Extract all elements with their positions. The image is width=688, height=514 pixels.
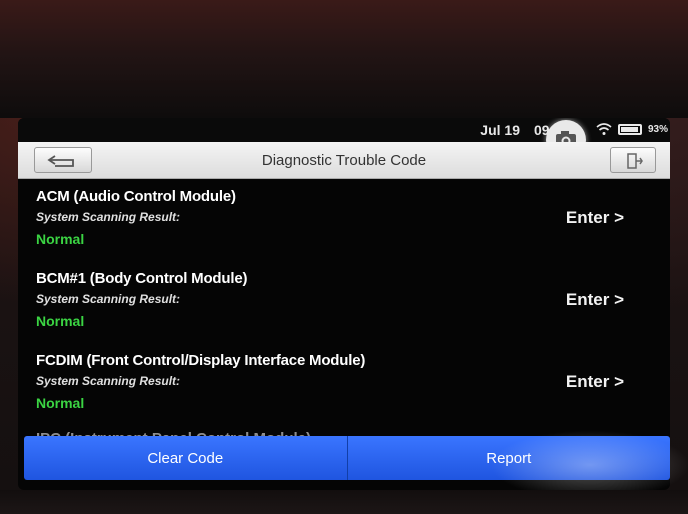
module-subtitle: System Scanning Result: bbox=[36, 374, 181, 388]
exit-button[interactable] bbox=[610, 147, 656, 173]
enter-button[interactable]: Enter > bbox=[566, 208, 624, 228]
module-list[interactable]: ACM (Audio Control Module) System Scanni… bbox=[18, 178, 670, 440]
battery-level bbox=[621, 127, 638, 132]
module-status: Normal bbox=[36, 313, 85, 329]
module-name: BCM#1 (Body Control Module) bbox=[36, 270, 248, 287]
battery-icon bbox=[618, 124, 642, 135]
status-bar: Jul 19 09:3 93% bbox=[18, 118, 670, 160]
device-bezel-bottom bbox=[0, 490, 688, 514]
module-subtitle: System Scanning Result: bbox=[36, 292, 181, 306]
enter-button[interactable]: Enter > bbox=[566, 290, 624, 310]
clear-code-button[interactable]: Clear Code bbox=[24, 436, 348, 480]
page-title: Diagnostic Trouble Code bbox=[261, 152, 427, 169]
wifi-icon bbox=[596, 123, 612, 135]
status-date: Jul 19 bbox=[480, 122, 520, 138]
device-bezel-top bbox=[0, 0, 688, 118]
title-bar: Diagnostic Trouble Code bbox=[18, 142, 670, 179]
module-row[interactable]: BCM#1 (Body Control Module) System Scann… bbox=[18, 260, 670, 342]
module-status: Normal bbox=[36, 395, 85, 411]
module-status: Normal bbox=[36, 231, 85, 247]
module-name: FCDIM (Front Control/Display Interface M… bbox=[36, 352, 366, 369]
exit-icon bbox=[627, 153, 643, 169]
module-subtitle: System Scanning Result: bbox=[36, 210, 181, 224]
module-row[interactable]: FCDIM (Front Control/Display Interface M… bbox=[18, 342, 670, 424]
module-row[interactable]: ACM (Audio Control Module) System Scanni… bbox=[18, 178, 670, 260]
battery-percent: 93% bbox=[647, 124, 668, 135]
module-name: ACM (Audio Control Module) bbox=[36, 188, 236, 205]
photo-background: Jul 19 09:3 93% bbox=[0, 0, 688, 514]
enter-button[interactable]: Enter > bbox=[566, 372, 624, 392]
